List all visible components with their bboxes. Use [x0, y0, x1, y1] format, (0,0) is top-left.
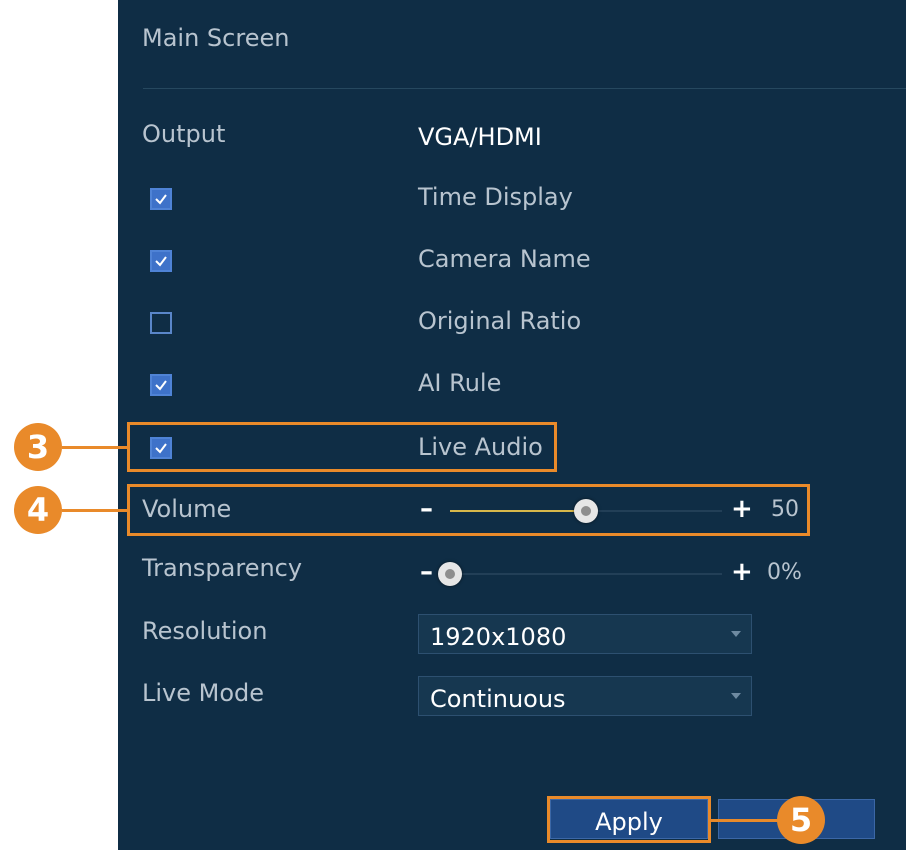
- transparency-value: 0%: [767, 560, 802, 585]
- callout-5-connector: [710, 819, 778, 822]
- callout-4: 4: [14, 486, 62, 534]
- check-icon: [155, 194, 167, 205]
- ai-rule-label: AI Rule: [418, 369, 502, 397]
- original-ratio-label: Original Ratio: [418, 307, 582, 335]
- time-display-label: Time Display: [418, 183, 573, 211]
- transparency-label: Transparency: [142, 554, 303, 582]
- page-title: Main Screen: [142, 24, 290, 52]
- transparency-plus-button[interactable]: +: [731, 559, 753, 585]
- chevron-down-icon: [731, 631, 741, 637]
- check-icon: [155, 380, 167, 391]
- live-mode-selected-value: Continuous: [430, 685, 566, 713]
- chevron-down-icon: [731, 693, 741, 699]
- original-ratio-checkbox[interactable]: [150, 312, 172, 334]
- resolution-select[interactable]: 1920x1080: [418, 614, 752, 654]
- title-divider: [143, 88, 906, 89]
- time-display-checkbox[interactable]: [150, 188, 172, 210]
- callout-4-connector: [62, 509, 128, 512]
- ai-rule-checkbox[interactable]: [150, 374, 172, 396]
- callout-5: 5: [777, 796, 825, 844]
- transparency-minus-button[interactable]: –: [420, 559, 433, 585]
- volume-highlight: [127, 484, 810, 536]
- live-mode-select[interactable]: Continuous: [418, 676, 752, 716]
- resolution-label: Resolution: [142, 617, 268, 645]
- callout-3: 3: [14, 423, 62, 471]
- transparency-slider-knob[interactable]: [438, 562, 462, 586]
- apply-highlight: [547, 796, 711, 843]
- output-label: Output: [142, 120, 226, 148]
- live-audio-highlight: [127, 422, 557, 472]
- transparency-track[interactable]: [450, 573, 722, 575]
- camera-name-label: Camera Name: [418, 245, 591, 273]
- resolution-selected-value: 1920x1080: [430, 623, 567, 651]
- check-icon: [155, 256, 167, 267]
- camera-name-checkbox[interactable]: [150, 250, 172, 272]
- live-mode-label: Live Mode: [142, 679, 265, 707]
- callout-3-connector: [62, 446, 128, 449]
- output-value: VGA/HDMI: [418, 123, 542, 151]
